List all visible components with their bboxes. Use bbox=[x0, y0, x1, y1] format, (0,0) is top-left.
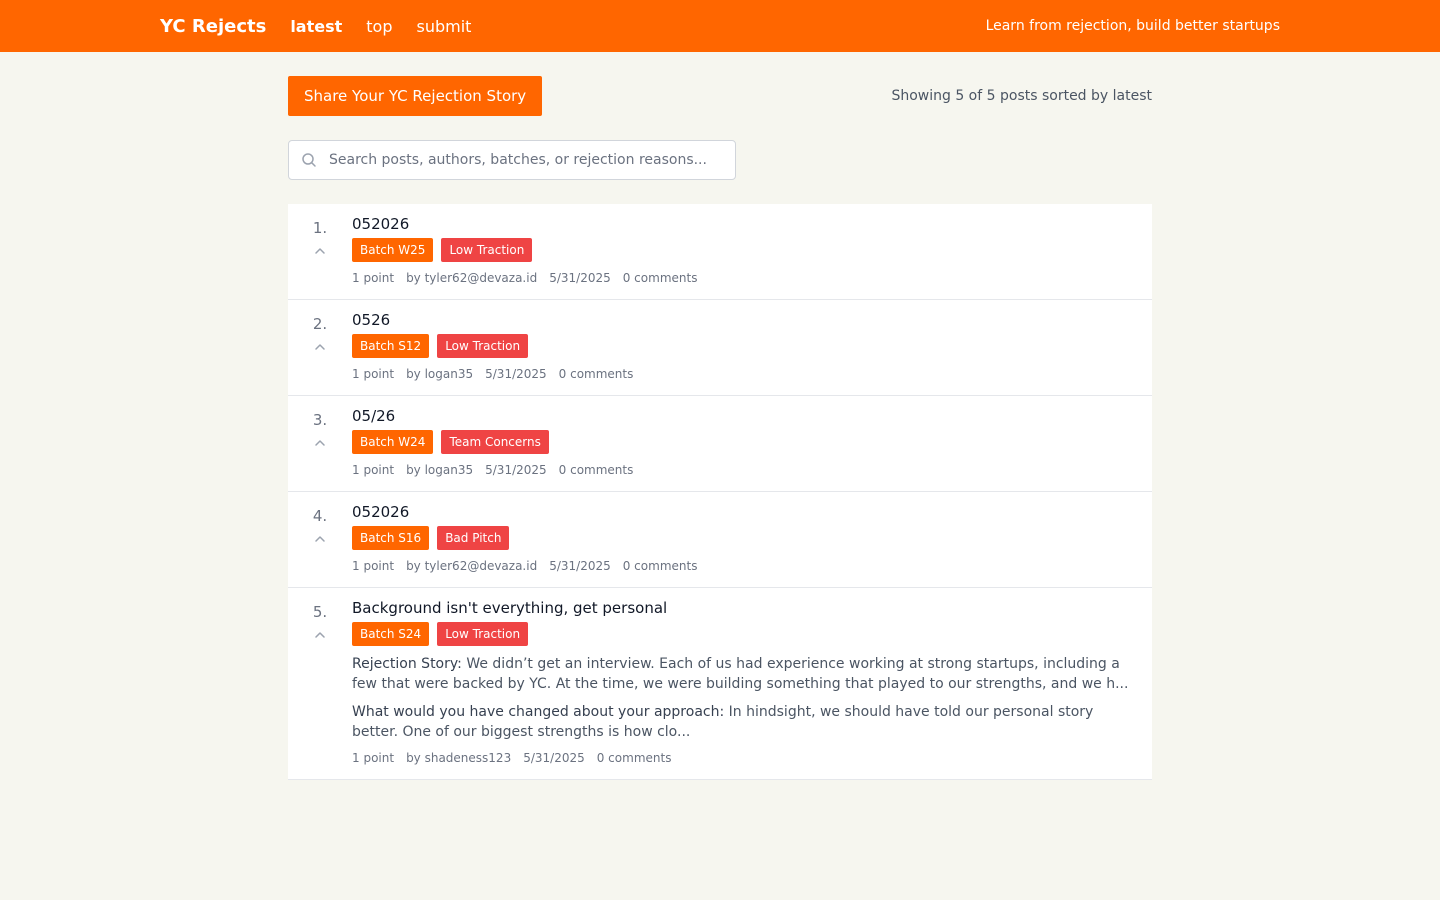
nav-top[interactable]: top bbox=[366, 17, 392, 36]
batch-tag[interactable]: Batch S24 bbox=[352, 622, 430, 646]
approach-change: What would you have changed about your a… bbox=[352, 702, 1130, 742]
post-rank: 2. bbox=[312, 315, 328, 333]
reason-tag[interactable]: Team Concerns bbox=[441, 430, 549, 454]
post-rank: 4. bbox=[312, 507, 328, 525]
post-item: 1. 052026 Batch W25 Low Traction 1 point… bbox=[288, 204, 1152, 300]
upvote-icon[interactable] bbox=[313, 532, 327, 546]
reason-tag[interactable]: Low Traction bbox=[437, 622, 529, 646]
post-title[interactable]: 0526 bbox=[352, 312, 1130, 328]
post-list: 1. 052026 Batch W25 Low Traction 1 point… bbox=[288, 204, 1152, 780]
upvote-icon[interactable] bbox=[313, 436, 327, 450]
post-points: 1 point bbox=[352, 559, 395, 573]
reason-tag[interactable]: Low Traction bbox=[437, 334, 529, 358]
post-author[interactable]: by tyler62@devaza.id bbox=[406, 558, 537, 574]
post-date: 5/31/2025 bbox=[523, 751, 585, 765]
post-date: 5/31/2025 bbox=[549, 271, 611, 285]
post-date: 5/31/2025 bbox=[485, 367, 547, 381]
batch-tag[interactable]: Batch S16 bbox=[352, 526, 430, 550]
brand-logo-text[interactable]: YC Rejects bbox=[160, 16, 266, 37]
rejection-story: Rejection Story: We didn’t get an interv… bbox=[352, 654, 1130, 694]
post-comments-link[interactable]: 0 comments bbox=[623, 270, 698, 286]
post-date: 5/31/2025 bbox=[549, 559, 611, 573]
batch-tag[interactable]: Batch W24 bbox=[352, 430, 434, 454]
post-item: 5. Background isn't everything, get pers… bbox=[288, 588, 1152, 780]
tagline: Learn from rejection, build better start… bbox=[985, 18, 1280, 34]
action-row: Share Your YC Rejection Story Showing 5 … bbox=[288, 76, 1152, 116]
rejection-story-label: Rejection Story: bbox=[352, 656, 462, 672]
post-points: 1 point bbox=[352, 271, 395, 285]
post-title[interactable]: Background isn't everything, get persona… bbox=[352, 600, 1130, 616]
share-story-button[interactable]: Share Your YC Rejection Story bbox=[288, 76, 543, 116]
search-input[interactable] bbox=[329, 152, 723, 168]
nav-latest[interactable]: latest bbox=[290, 17, 342, 36]
post-rank: 3. bbox=[312, 411, 328, 429]
post-title[interactable]: 052026 bbox=[352, 504, 1130, 520]
nav-submit[interactable]: submit bbox=[416, 17, 471, 36]
post-comments-link[interactable]: 0 comments bbox=[559, 462, 634, 478]
post-author[interactable]: by shadeness123 bbox=[406, 750, 511, 766]
upvote-icon[interactable] bbox=[313, 340, 327, 354]
post-item: 3. 05/26 Batch W24 Team Concerns 1 point… bbox=[288, 396, 1152, 492]
post-author[interactable]: by logan35 bbox=[406, 462, 473, 478]
post-item: 2. 0526 Batch S12 Low Traction 1 point b… bbox=[288, 300, 1152, 396]
main-content: Share Your YC Rejection Story Showing 5 … bbox=[288, 76, 1152, 780]
reason-tag[interactable]: Bad Pitch bbox=[437, 526, 510, 550]
post-points: 1 point bbox=[352, 463, 395, 477]
post-author[interactable]: by tyler62@devaza.id bbox=[406, 270, 537, 286]
post-comments-link[interactable]: 0 comments bbox=[597, 750, 672, 766]
search-icon bbox=[301, 152, 317, 168]
post-comments-link[interactable]: 0 comments bbox=[559, 366, 634, 382]
post-points: 1 point bbox=[352, 367, 395, 381]
post-item: 4. 052026 Batch S16 Bad Pitch 1 point by… bbox=[288, 492, 1152, 588]
reason-tag[interactable]: Low Traction bbox=[441, 238, 533, 262]
post-title[interactable]: 05/26 bbox=[352, 408, 1130, 424]
upvote-icon[interactable] bbox=[313, 244, 327, 258]
post-rank: 1. bbox=[312, 219, 328, 237]
post-title[interactable]: 052026 bbox=[352, 216, 1130, 232]
rejection-story-text: We didn’t get an interview. Each of us h… bbox=[352, 656, 1129, 692]
post-rank: 5. bbox=[312, 603, 328, 621]
batch-tag[interactable]: Batch W25 bbox=[352, 238, 434, 262]
post-points: 1 point bbox=[352, 751, 395, 765]
upvote-icon[interactable] bbox=[313, 628, 327, 642]
search-box bbox=[288, 140, 736, 180]
approach-change-label: What would you have changed about your a… bbox=[352, 704, 725, 720]
top-nav-bar: YC Rejects latest top submit Learn from … bbox=[0, 0, 1440, 52]
post-author[interactable]: by logan35 bbox=[406, 366, 473, 382]
post-comments-link[interactable]: 0 comments bbox=[623, 558, 698, 574]
batch-tag[interactable]: Batch S12 bbox=[352, 334, 430, 358]
post-date: 5/31/2025 bbox=[485, 463, 547, 477]
results-count: Showing 5 of 5 posts sorted by latest bbox=[891, 88, 1152, 104]
